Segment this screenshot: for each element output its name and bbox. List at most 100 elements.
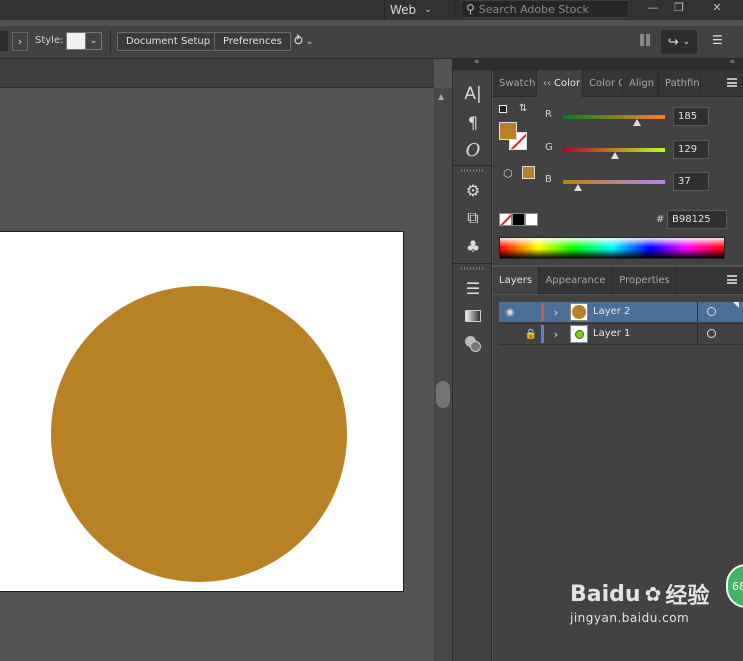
arrange-documents-button[interactable]: ⥁ ⌄ (294, 32, 324, 51)
red-value-input[interactable]: 185 (673, 107, 709, 126)
target-circle-icon[interactable] (707, 329, 716, 338)
scroll-up-icon[interactable]: ▲ (438, 92, 444, 101)
gradient-icon[interactable] (461, 305, 485, 327)
title-separator (454, 0, 455, 20)
tab-appearance[interactable]: Appearance (539, 267, 613, 294)
chevron-right-icon[interactable]: › (551, 304, 561, 320)
search-icon: ⚲ (466, 2, 475, 16)
tab-align[interactable]: Align (623, 70, 659, 97)
watermark-brand: Baidu (570, 581, 641, 607)
drag-grip[interactable] (461, 267, 485, 270)
chevron-down-icon: ⌄ (682, 37, 691, 47)
none-swatch[interactable] (499, 213, 512, 226)
style-dropdown[interactable]: ⌄ (66, 32, 102, 50)
green-label: G (545, 142, 553, 153)
tab-color[interactable]: ‹‹ Color (537, 70, 583, 97)
scrollbar-thumb[interactable] (436, 381, 450, 408)
chevron-right-icon[interactable]: › (12, 32, 28, 51)
opentype-icon[interactable]: O (461, 139, 485, 161)
watermark-cn: 经验 (665, 584, 710, 609)
divider (453, 165, 493, 166)
panel-menu-icon[interactable] (727, 78, 737, 87)
tab-color-guide[interactable]: Color G (583, 70, 623, 97)
color-panel: Swatch ‹‹ Color Color G Align Pathfin ⇅ … (493, 70, 743, 265)
tab-properties[interactable]: Properties (613, 267, 677, 294)
collapse-icon[interactable]: « (474, 57, 480, 67)
preferences-button[interactable]: Preferences (214, 32, 291, 51)
chevron-right-icon[interactable]: › (551, 326, 561, 342)
panel-menu-icon[interactable] (727, 275, 737, 284)
character-icon[interactable]: A‍| (461, 83, 485, 105)
blue-label: B (545, 174, 552, 185)
red-slider-thumb[interactable] (633, 119, 641, 126)
color-panel-tabs: Swatch ‹‹ Color Color G Align Pathfin (493, 70, 743, 97)
divider (697, 302, 698, 322)
snap-icon: ↪ (667, 34, 679, 50)
control-bar: › Style: ⌄ Document Setup Preferences ⥁ … (0, 26, 743, 59)
divider (499, 344, 743, 345)
transparency-icon[interactable] (461, 333, 485, 355)
grid-icon[interactable] (640, 34, 652, 46)
swap-colors-icon[interactable]: ⇅ (519, 103, 527, 114)
gamut-swatch[interactable] (522, 166, 535, 179)
tab-pathfinder[interactable]: Pathfin (659, 70, 701, 97)
style-label: Style: (35, 35, 64, 46)
layer-row-layer-2[interactable]: ◉ › Layer 2 (499, 302, 743, 322)
hex-hash-label: # (656, 214, 665, 225)
blue-slider-row: B 37 (545, 172, 740, 192)
color-spectrum[interactable] (499, 237, 725, 259)
close-button[interactable]: ✕ (704, 0, 730, 14)
target-circle-icon[interactable] (707, 307, 716, 316)
workspace-label: Web (390, 3, 417, 17)
control-bar-field-edge (0, 31, 8, 51)
divider (110, 30, 111, 54)
layers-panel-tabs: Layers Appearance Properties (493, 267, 743, 294)
layer-row-layer-1[interactable]: 🔒 › Layer 1 (499, 323, 743, 344)
chevron-down-icon: ⌄ (305, 36, 314, 47)
layer-color-bar (541, 303, 544, 321)
chevron-left-icon: ‹‹ (543, 78, 551, 89)
default-colors-icon[interactable] (499, 105, 507, 113)
black-swatch[interactable] (512, 213, 525, 226)
snap-button[interactable]: ↪ ⌄ (661, 30, 697, 54)
panel-menu-icon[interactable]: ☰ (712, 33, 726, 47)
divider (453, 263, 493, 264)
red-slider-track[interactable] (563, 115, 665, 119)
white-swatch[interactable] (525, 213, 538, 226)
layer-thumbnail (570, 303, 588, 321)
out-of-gamut-cube-icon[interactable]: ⬡ (503, 167, 513, 180)
layer-color-bar (541, 325, 544, 343)
restore-button[interactable]: ❐ (666, 0, 692, 14)
collapse-icon[interactable]: « (729, 57, 735, 67)
vertical-scrollbar[interactable]: ▲ (434, 88, 452, 661)
red-label: R (545, 109, 552, 120)
lock-icon[interactable]: 🔒 (525, 327, 537, 341)
tab-swatches[interactable]: Swatch (493, 70, 537, 97)
orange-circle-shape[interactable] (51, 286, 347, 582)
fill-swatch[interactable] (499, 122, 517, 140)
graphic-styles-icon[interactable]: ⧉ (461, 207, 485, 229)
minimize-button[interactable]: — (640, 0, 666, 14)
visibility-eye-icon[interactable]: ◉ (503, 305, 517, 319)
brushes-icon[interactable]: ⚙ (461, 179, 485, 201)
drag-grip[interactable] (461, 169, 485, 172)
document-tab-strip (0, 59, 434, 88)
paragraph-icon[interactable]: ¶ (461, 111, 485, 133)
stroke-icon[interactable]: ☰ (461, 277, 485, 299)
document-setup-button[interactable]: Document Setup (117, 32, 220, 51)
adobe-stock-search-input[interactable]: ⚲ Search Adobe Stock (461, 0, 629, 18)
green-slider-thumb[interactable] (610, 152, 619, 159)
green-value-input[interactable]: 129 (673, 140, 709, 159)
workspace-switcher[interactable]: Web ⌄ (390, 0, 432, 20)
blue-value-input[interactable]: 37 (673, 172, 709, 191)
layer-name: Layer 1 (593, 328, 631, 339)
panel-collapse-bar[interactable]: « « (452, 57, 743, 70)
tab-layers[interactable]: Layers (493, 267, 539, 294)
hex-value-input[interactable]: B98125 (667, 210, 727, 229)
watermark-url: jingyan.baidu.com (570, 611, 690, 625)
title-separator (384, 0, 385, 20)
symbols-icon[interactable]: ♣ (461, 235, 485, 257)
paw-icon: ✿ (644, 582, 662, 606)
chevron-down-icon: ⌄ (86, 32, 102, 50)
blue-slider-thumb[interactable] (573, 184, 582, 191)
